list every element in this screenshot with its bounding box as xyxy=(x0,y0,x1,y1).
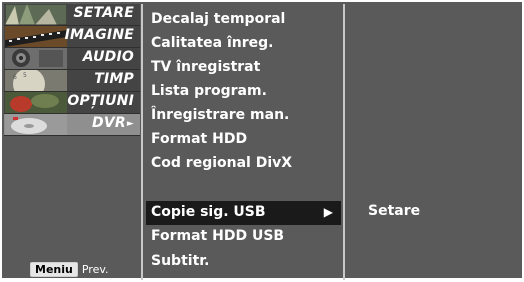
setup-thumbnail-icon xyxy=(5,4,67,25)
sidebar-item-label: IMAGINE xyxy=(64,27,134,43)
special-option-icon xyxy=(5,92,67,113)
chevron-right-icon: ► xyxy=(126,119,134,129)
menu-item-manual-record[interactable]: Înregistrare man. xyxy=(146,104,341,128)
category-sidebar: SETARE IMAGINE AUDIO 65 TIMP OPȚIUNI DVR… xyxy=(4,4,140,280)
sidebar-item-label: TIMP xyxy=(94,71,134,87)
menu-item-program-list[interactable]: Lista program. xyxy=(146,80,341,104)
submenu-arrow-icon: ▶ xyxy=(323,205,333,219)
back-hint-text: Prev. xyxy=(81,263,109,276)
sidebar-item-setare[interactable]: SETARE xyxy=(4,4,140,26)
menu-item-format-hdd[interactable]: Format HDD xyxy=(146,128,341,152)
menu-item-recorded-tv[interactable]: TV înregistrat xyxy=(146,56,341,80)
sidebar-item-label: SETARE xyxy=(73,5,134,21)
divider xyxy=(141,4,143,280)
menu-item-format-usb-hdd[interactable]: Format HDD USB xyxy=(146,225,341,249)
speaker-icon xyxy=(5,48,67,69)
sidebar-item-label: AUDIO xyxy=(82,49,134,65)
menu-item-record-quality[interactable]: Calitatea înreg. xyxy=(146,32,341,56)
disc-icon xyxy=(5,114,67,135)
clock-icon: 65 xyxy=(5,70,67,91)
menu-item-divx-reg-code[interactable]: Cod regional DivX xyxy=(146,152,341,176)
sidebar-item-imagine[interactable]: IMAGINE xyxy=(4,26,140,48)
svg-text:6: 6 xyxy=(13,74,17,81)
submenu-value-setare[interactable]: Setare xyxy=(368,203,420,219)
menu-item-time-shift[interactable]: Decalaj temporal xyxy=(146,8,341,32)
tv-osd-screen: SETARE IMAGINE AUDIO 65 TIMP OPȚIUNI DVR… xyxy=(0,0,524,282)
sidebar-item-optiuni[interactable]: OPȚIUNI xyxy=(4,92,140,114)
sidebar-item-label: OPȚIUNI xyxy=(67,93,134,109)
sidebar-item-timp[interactable]: 65 TIMP xyxy=(4,70,140,92)
menu-item-subtitle[interactable]: Subtitr. xyxy=(146,250,341,274)
picture-filmstrip-icon xyxy=(5,26,67,47)
sidebar-item-audio[interactable]: AUDIO xyxy=(4,48,140,70)
back-hint: Meniu Prev. xyxy=(30,262,108,277)
menu-key-badge: Meniu xyxy=(30,262,78,277)
sidebar-item-label: DVR► xyxy=(92,115,134,131)
divider xyxy=(343,4,345,280)
menu-item-usb-backup[interactable]: Copie sig. USB ▶ xyxy=(146,201,341,225)
sidebar-item-dvr[interactable]: DVR► xyxy=(4,114,140,136)
svg-text:5: 5 xyxy=(23,72,27,79)
